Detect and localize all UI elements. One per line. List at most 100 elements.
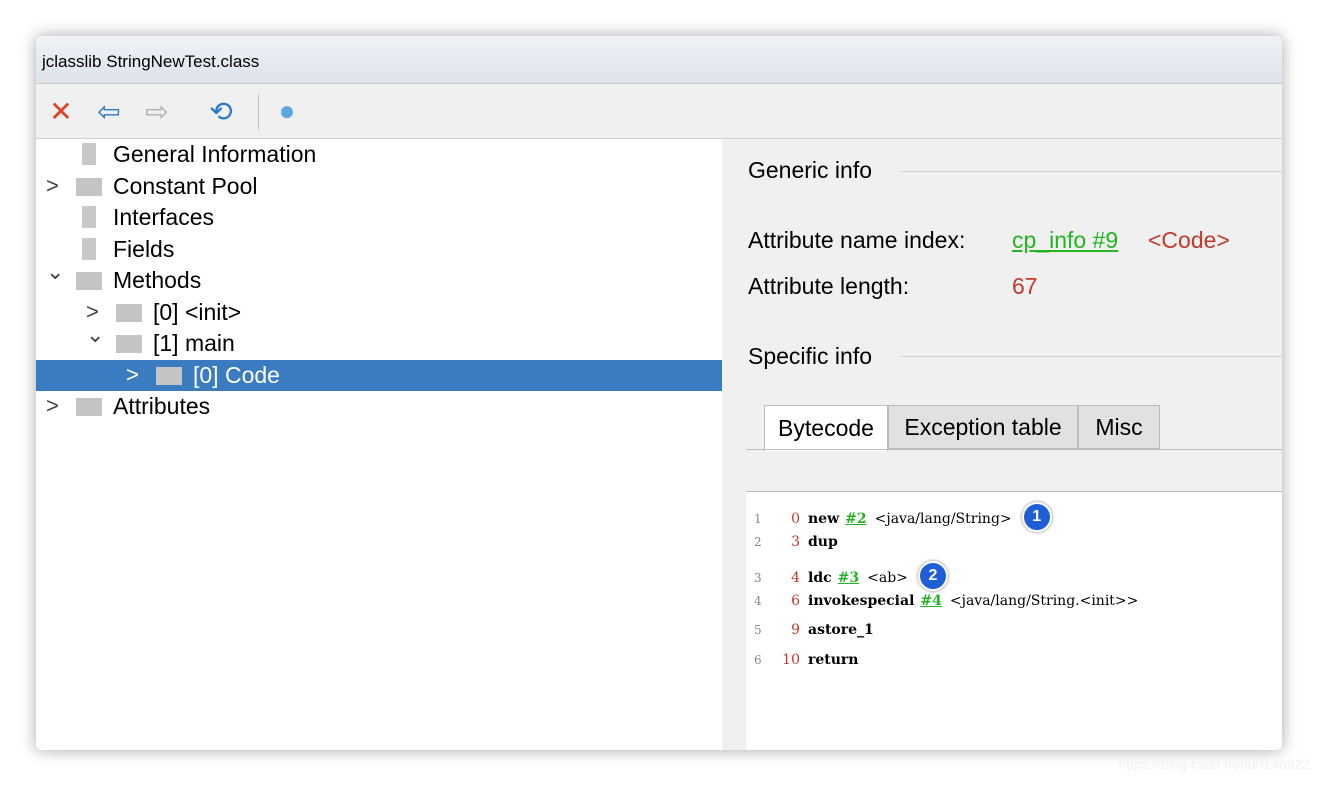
bytecode-view[interactable]: 1 0 new #2 <java/lang/String> 1 2 3 dup 3 4 ldc #3 <a… [746, 491, 1282, 750]
tree-item[interactable]: > Attributes [36, 391, 722, 422]
line-number: 6 [754, 652, 762, 667]
bytecode-comment: <java/lang/String.<init>> [949, 592, 1139, 609]
tab-label: Misc [1095, 413, 1143, 440]
chevron-right-icon[interactable]: > [46, 173, 66, 199]
attribute-name-value: <Code> [1148, 227, 1230, 253]
bytecode-offset: 6 [791, 592, 800, 609]
line-number: 5 [754, 623, 762, 637]
bytecode-offset: 4 [791, 570, 800, 586]
tree-item-label: Interfaces [113, 204, 214, 230]
opcode: ldc [808, 570, 832, 586]
bytecode-offset: 10 [782, 651, 800, 668]
bytecode-line: 2 3 dup [754, 534, 838, 562]
line-number: 2 [754, 534, 762, 549]
bytecode-line: 1 0 new #2 <java/lang/String> 1 [754, 502, 1052, 532]
opcode: new [808, 511, 840, 527]
opcode: invokespecial [808, 592, 915, 609]
opcode: astore_1 [808, 622, 874, 638]
tree-item-label: Methods [113, 267, 202, 293]
tree-item-label: [0] <init> [153, 298, 242, 325]
toolbar: ✕ ⇦ ⇨ ⟲ ● [36, 84, 1282, 139]
tree-item-label: [1] main [153, 330, 235, 356]
tree-item-label: Constant Pool [113, 172, 258, 199]
tab-exception-table[interactable]: Exception table [888, 405, 1078, 449]
file-icon [82, 206, 96, 228]
opcode: return [808, 651, 859, 668]
tab-underline [746, 449, 1282, 450]
constant-pool-link[interactable]: #2 [845, 511, 866, 527]
tree-item[interactable]: ⌄ Methods [36, 259, 722, 296]
bytecode-offset: 0 [791, 511, 800, 527]
arrow-right-icon: ⇨ [145, 95, 169, 127]
tree-item[interactable]: ⌄ [1] main [36, 322, 722, 359]
bytecode-line: 5 9 astore_1 [754, 622, 874, 650]
folder-icon [116, 335, 142, 353]
tab-label: Exception table [904, 413, 1062, 440]
line-number: 4 [754, 593, 762, 608]
folder-icon [116, 303, 142, 322]
bytecode-comment: <java/lang/String> [874, 511, 1012, 527]
tab-label: Bytecode [778, 415, 874, 441]
attribute-length-label: Attribute length: [748, 273, 910, 299]
constant-pool-link[interactable]: #3 [838, 570, 859, 586]
back-button[interactable]: ⇦ [92, 94, 126, 128]
attribute-length-value: 67 [1012, 273, 1038, 299]
file-icon [82, 143, 96, 165]
tree-item-label: [0] Code [193, 361, 280, 388]
callout-badge: 1 [1021, 502, 1052, 532]
globe-icon: ● [278, 95, 296, 126]
line-number: 3 [754, 571, 762, 585]
window-title: jclasslib StringNewTest.class [42, 52, 260, 71]
splitter[interactable] [722, 139, 732, 750]
bytecode-line: 4 6 invokespecial #4 <java/lang/String.<init… [754, 593, 1138, 621]
app-window: jclasslib StringNewTest.class ✕ ⇦ ⇨ ⟲ ● Gene… [36, 36, 1282, 750]
reload-icon: ⟲ [209, 95, 233, 127]
divider [900, 171, 1282, 172]
chevron-down-icon[interactable]: ⌄ [86, 322, 106, 348]
bytecode-line: 3 4 ldc #3 <ab> 2 [754, 561, 948, 591]
line-number: 1 [754, 512, 762, 526]
tree-item-label: General Information [113, 141, 317, 167]
bytecode-line: 6 10 return [754, 652, 858, 680]
divider [900, 356, 1282, 357]
folder-icon [76, 398, 102, 416]
bytecode-offset: 9 [791, 622, 800, 638]
cp-info-link[interactable]: cp_info #9 [1012, 227, 1118, 254]
tree-item[interactable]: Fields [36, 234, 722, 265]
toolbar-separator [258, 94, 259, 130]
watermark: https://blog.csdn.net/u0146922 [1118, 756, 1310, 772]
close-button[interactable]: ✕ [44, 94, 78, 128]
tree-item[interactable]: Interfaces [36, 202, 722, 233]
tree-panel: General Information > Constant Pool Interfa… [36, 139, 722, 750]
forward-button[interactable]: ⇨ [140, 94, 174, 128]
tree-item[interactable]: General Information [36, 139, 722, 170]
bytecode-offset: 3 [791, 533, 800, 550]
chevron-right-icon[interactable]: > [126, 362, 146, 388]
opcode: dup [808, 533, 838, 550]
specific-info-heading: Specific info [748, 343, 873, 369]
close-icon: ✕ [49, 95, 73, 127]
detail-panel: Generic info Attribute name index: cp_in… [732, 139, 1282, 750]
folder-icon [76, 177, 102, 196]
title-bar: jclasslib StringNewTest.class [36, 36, 1282, 84]
tree-item[interactable]: > Constant Pool [36, 171, 722, 202]
chevron-right-icon[interactable]: > [86, 299, 106, 325]
tree-item[interactable]: > [0] <init> [36, 297, 722, 328]
tab-misc[interactable]: Misc [1078, 405, 1160, 449]
file-icon [82, 237, 96, 260]
chevron-down-icon[interactable]: ⌄ [46, 259, 66, 285]
generic-info-heading: Generic info [748, 157, 873, 183]
arrow-left-icon: ⇦ [97, 95, 121, 127]
folder-icon [156, 366, 182, 385]
tab-bytecode[interactable]: Bytecode [764, 405, 888, 451]
constant-pool-link[interactable]: #4 [920, 593, 941, 609]
web-button[interactable]: ● [270, 94, 304, 128]
tree-item[interactable]: > [0] Code [36, 359, 722, 391]
folder-icon [76, 272, 102, 290]
callout-badge: 2 [917, 561, 948, 591]
chevron-right-icon[interactable]: > [46, 393, 66, 419]
bytecode-comment: <ab> [867, 570, 908, 586]
reload-button[interactable]: ⟲ [204, 94, 238, 128]
attribute-name-index-label: Attribute name index: [748, 227, 966, 253]
tree-item-label: Fields [113, 235, 175, 262]
